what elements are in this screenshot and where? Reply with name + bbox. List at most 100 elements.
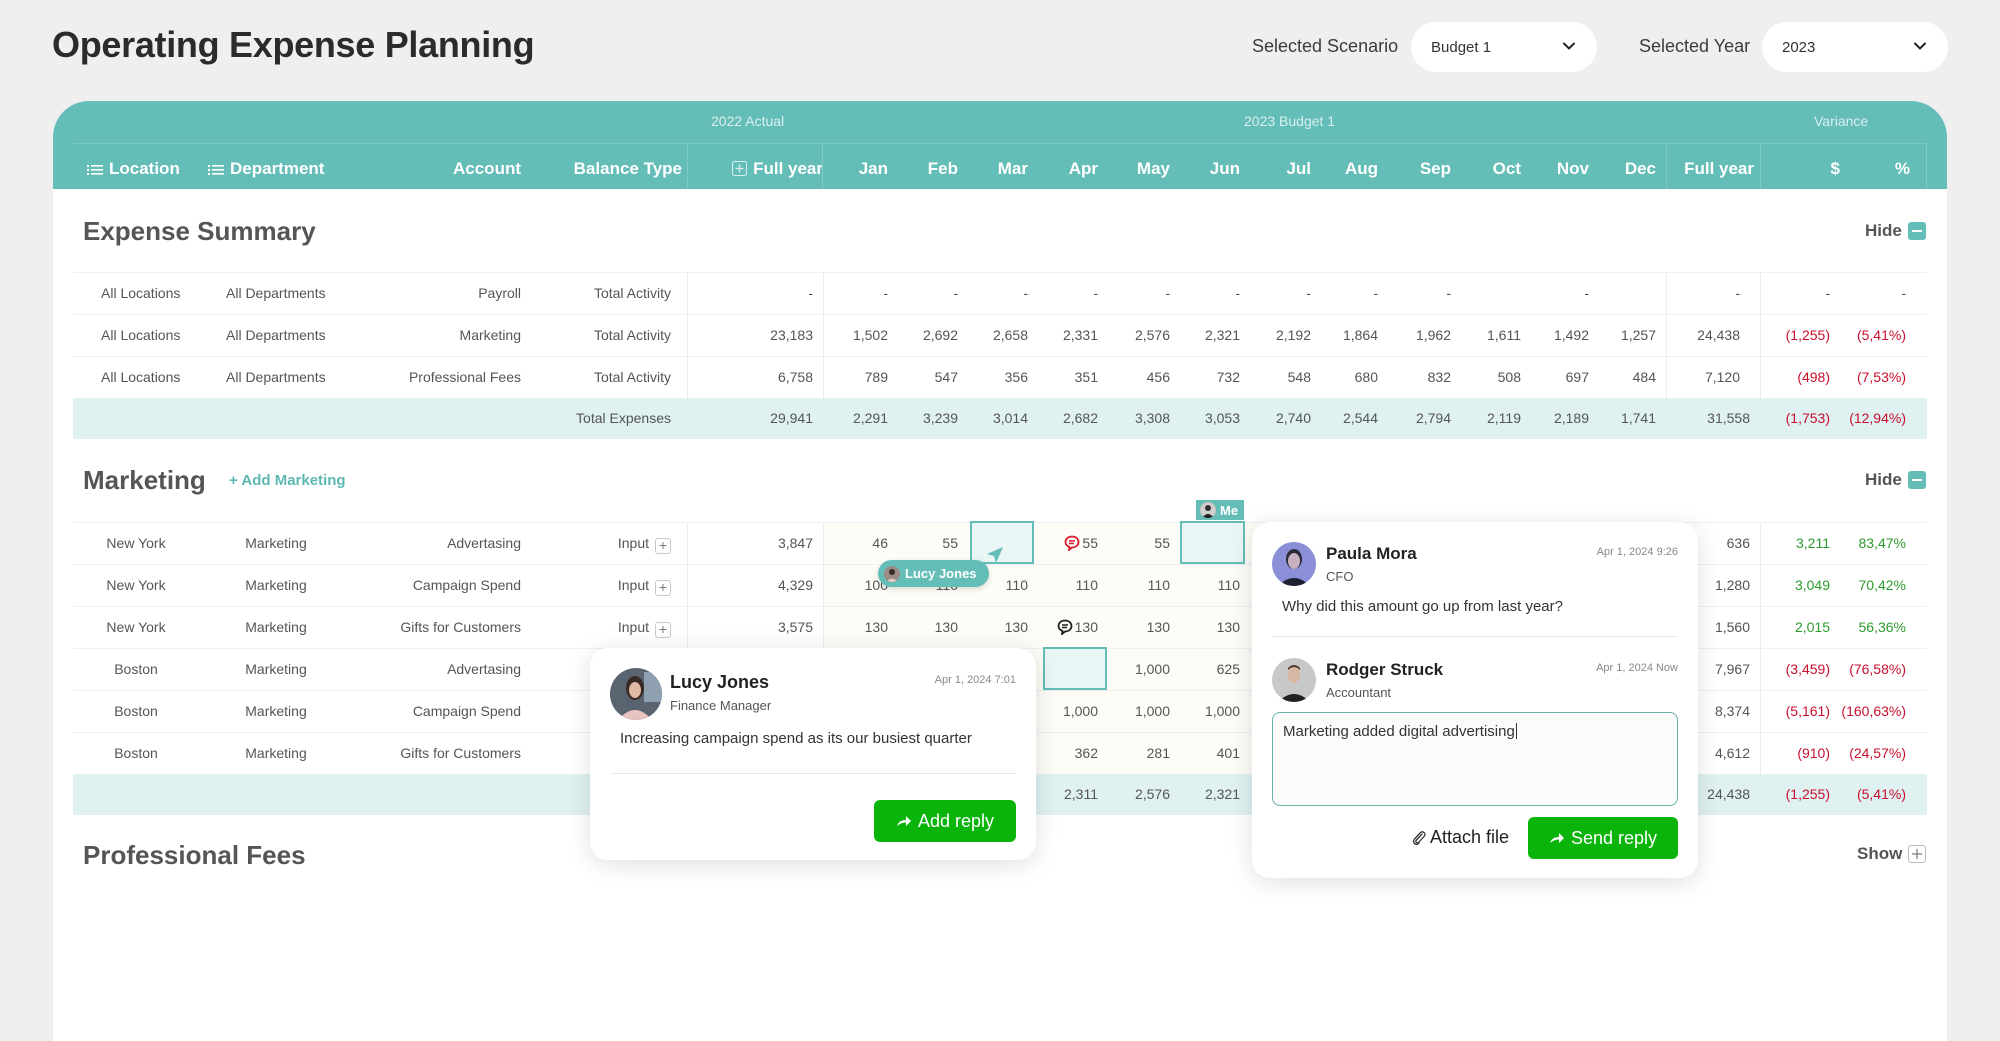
month-input-cell[interactable]: 1,000	[1180, 691, 1240, 732]
month-cell[interactable]: -	[1180, 273, 1240, 314]
column-month-aug[interactable]: Aug	[1318, 159, 1378, 179]
expand-plus-icon[interactable]: +	[655, 580, 671, 596]
month-input-cell[interactable]: 281	[1110, 733, 1170, 774]
hide-label: Hide	[1865, 470, 1902, 489]
column-department[interactable]: Department	[208, 159, 324, 179]
month-cell[interactable]	[1461, 273, 1521, 314]
month-cell[interactable]: 789	[828, 357, 888, 398]
year-select[interactable]: 2023	[1762, 22, 1948, 72]
selected-cell-me[interactable]	[1180, 521, 1245, 564]
month-input-cell[interactable]: 130	[1038, 607, 1098, 648]
scenario-select[interactable]: Budget 1	[1411, 22, 1597, 72]
month-input-cell[interactable]: 110	[1180, 565, 1240, 606]
send-reply-button[interactable]: Send reply	[1528, 817, 1678, 859]
comment-separator	[1272, 636, 1678, 637]
column-month-sep[interactable]: Sep	[1391, 159, 1451, 179]
month-cell[interactable]: -	[1529, 273, 1589, 314]
month-input-cell[interactable]: 1,000	[1038, 691, 1098, 732]
month-cell[interactable]: 2,321	[1180, 315, 1240, 356]
column-account[interactable]: Account	[453, 159, 521, 179]
cursor-arrow-icon	[987, 547, 1003, 563]
month-cell[interactable]: -	[1110, 273, 1170, 314]
month-input-cell[interactable]: 55	[898, 523, 958, 564]
month-cell[interactable]: 508	[1461, 357, 1521, 398]
month-cell[interactable]: 548	[1251, 357, 1311, 398]
month-cell[interactable]: 2,658	[968, 315, 1028, 356]
month-input-cell[interactable]: 130	[1180, 607, 1240, 648]
month-cell[interactable]: 1,492	[1529, 315, 1589, 356]
month-cell[interactable]: 2,331	[1038, 315, 1098, 356]
month-cell[interactable]: -	[1038, 273, 1098, 314]
month-cell[interactable]: -	[1251, 273, 1311, 314]
month-cell[interactable]: 351	[1038, 357, 1098, 398]
comment-icon[interactable]	[1057, 619, 1073, 635]
column-budget-full-year[interactable]: Full year	[1666, 159, 1754, 179]
month-cell[interactable]: 832	[1391, 357, 1451, 398]
month-input-cell[interactable]: 401	[1180, 733, 1240, 774]
month-input-cell[interactable]: 55	[1110, 523, 1170, 564]
month-cell[interactable]: 1,962	[1391, 315, 1451, 356]
month-input-cell[interactable]: 1,000	[1110, 649, 1170, 690]
column-month-jun[interactable]: Jun	[1180, 159, 1240, 179]
reply-textarea[interactable]: Marketing added digital advertising	[1272, 712, 1678, 806]
month-input-cell[interactable]: 55	[1038, 523, 1098, 564]
column-variance-dollar[interactable]: $	[1760, 159, 1840, 179]
month-input-cell[interactable]: 110	[1038, 565, 1098, 606]
month-cell[interactable]: 1,257	[1596, 315, 1656, 356]
month-cell[interactable]: -	[898, 273, 958, 314]
month-cell[interactable]: -	[828, 273, 888, 314]
month-cell[interactable]: 484	[1596, 357, 1656, 398]
month-cell[interactable]: -	[1391, 273, 1451, 314]
month-cell[interactable]: 1,611	[1461, 315, 1521, 356]
column-month-jul[interactable]: Jul	[1251, 159, 1311, 179]
month-input-cell[interactable]: 46	[828, 523, 888, 564]
month-cell[interactable]: 2,192	[1251, 315, 1311, 356]
month-cell[interactable]: 680	[1318, 357, 1378, 398]
month-input-cell[interactable]: 130	[968, 607, 1028, 648]
add-marketing-link[interactable]: + Add Marketing	[229, 472, 346, 489]
marketing-hide-toggle[interactable]: Hide	[1865, 470, 1926, 490]
column-month-oct[interactable]: Oct	[1461, 159, 1521, 179]
month-cell[interactable]: 1,502	[828, 315, 888, 356]
column-balance-type[interactable]: Balance Type	[563, 159, 682, 179]
selected-cell-comment[interactable]	[1043, 647, 1107, 690]
month-input-cell[interactable]: 1,000	[1110, 691, 1170, 732]
column-actual-full-year[interactable]: Full year	[723, 159, 823, 179]
column-month-apr[interactable]: Apr	[1038, 159, 1098, 179]
expand-plus-icon[interactable]: +	[655, 622, 671, 638]
column-month-nov[interactable]: Nov	[1529, 159, 1589, 179]
month-input-cell[interactable]: 130	[828, 607, 888, 648]
month-cell[interactable]: 732	[1180, 357, 1240, 398]
column-month-jan[interactable]: Jan	[828, 159, 888, 179]
column-month-dec[interactable]: Dec	[1596, 159, 1656, 179]
month-input-cell[interactable]: 130	[1110, 607, 1170, 648]
expand-plus-icon[interactable]: +	[655, 538, 671, 554]
column-location[interactable]: Location	[87, 159, 180, 179]
column-month-mar[interactable]: Mar	[968, 159, 1028, 179]
month-cell[interactable]: 1,864	[1318, 315, 1378, 356]
month-cell[interactable]: -	[1318, 273, 1378, 314]
column-variance-percent[interactable]: %	[1840, 159, 1910, 179]
attach-file-button[interactable]: Attach file	[1412, 827, 1509, 848]
month-input-cell[interactable]: 130	[898, 607, 958, 648]
add-reply-button[interactable]: Add reply	[874, 800, 1016, 842]
expense-summary-hide-toggle[interactable]: Hide	[1865, 221, 1926, 241]
column-month-feb[interactable]: Feb	[898, 159, 958, 179]
column-divider	[1760, 607, 1761, 648]
professional-fees-show-toggle[interactable]: Show	[1857, 844, 1927, 864]
expand-plus-icon[interactable]	[732, 161, 748, 176]
month-cell[interactable]: 356	[968, 357, 1028, 398]
comment-icon[interactable]	[1064, 535, 1080, 551]
month-input-cell[interactable]: 110	[1110, 565, 1170, 606]
paula-role: CFO	[1326, 569, 1354, 584]
month-input-cell[interactable]: 362	[1038, 733, 1098, 774]
column-month-may[interactable]: May	[1110, 159, 1170, 179]
month-cell[interactable]: 2,692	[898, 315, 958, 356]
month-cell[interactable]: -	[968, 273, 1028, 314]
month-input-cell[interactable]: 625	[1180, 649, 1240, 690]
month-cell[interactable]: 697	[1529, 357, 1589, 398]
month-cell[interactable]: 2,576	[1110, 315, 1170, 356]
month-cell[interactable]: 456	[1110, 357, 1170, 398]
month-cell[interactable]	[1596, 273, 1656, 314]
month-cell[interactable]: 547	[898, 357, 958, 398]
